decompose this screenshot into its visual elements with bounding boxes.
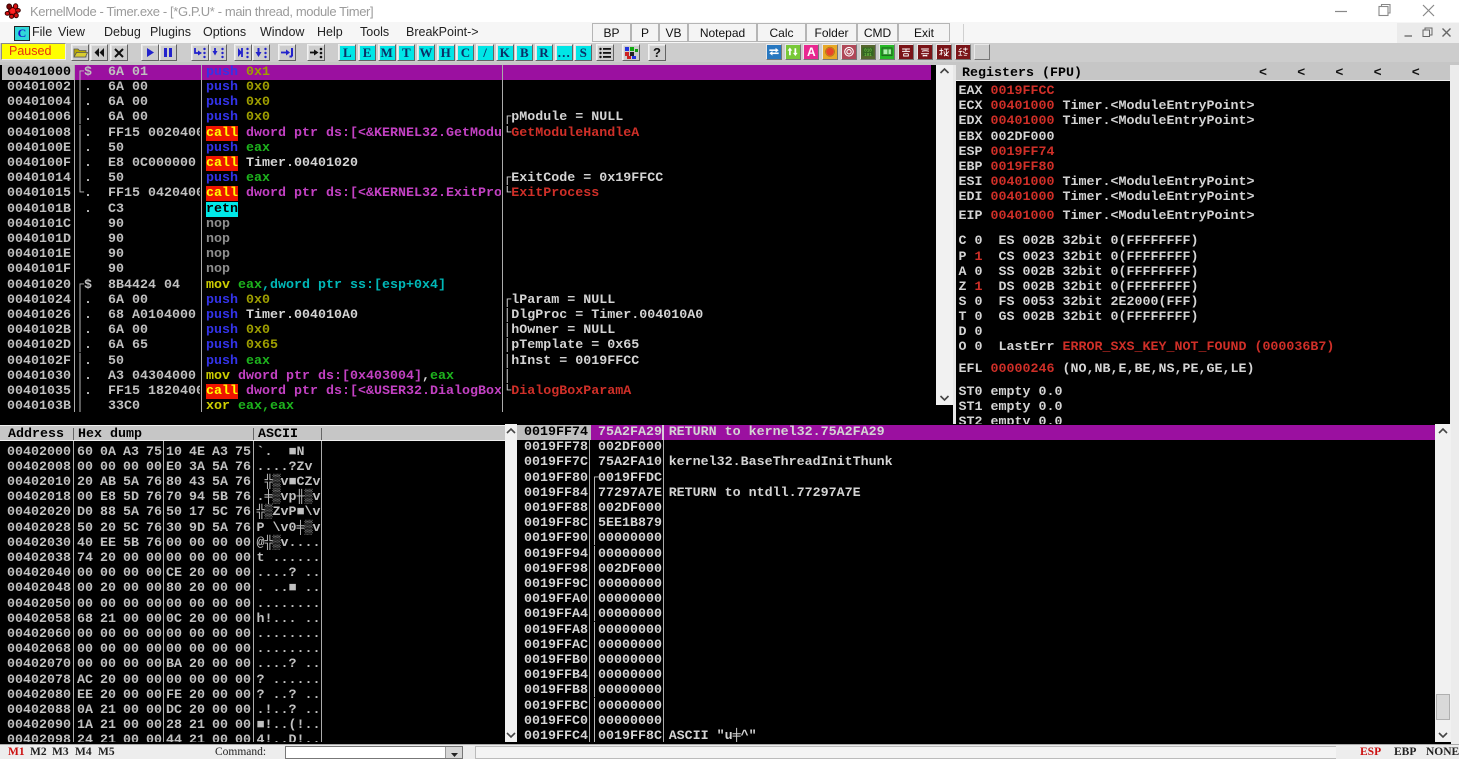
svg-text:101: 101 [864,53,872,58]
